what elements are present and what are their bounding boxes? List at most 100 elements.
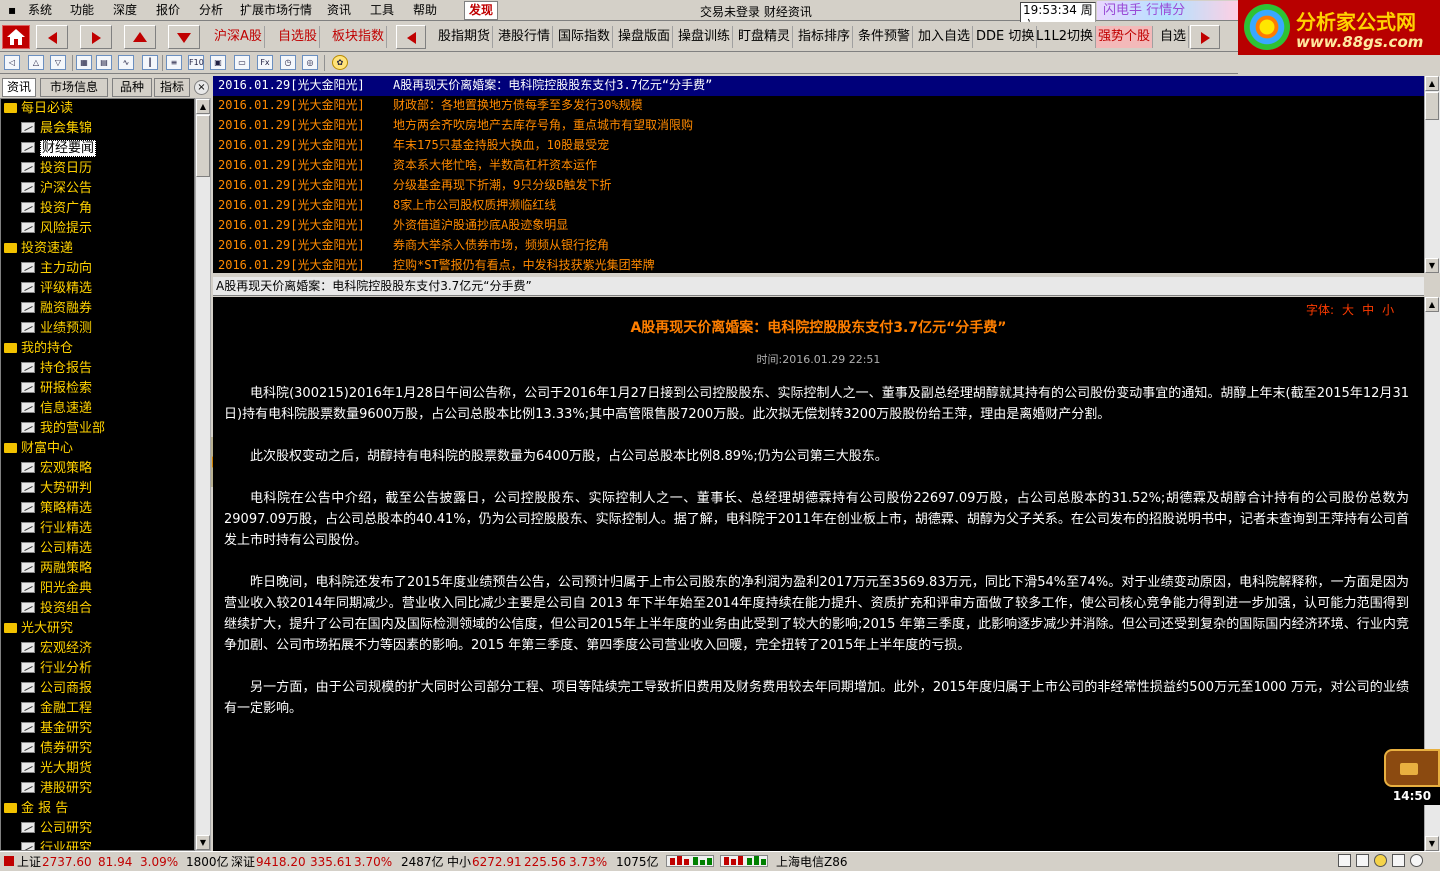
tree-item[interactable]: 公司精选 (1, 539, 194, 559)
toolbar-strong-stocks[interactable]: 强势个股 (1096, 26, 1154, 48)
menu-item-tools[interactable]: 工具 (370, 3, 394, 18)
sidebar-scrollbar[interactable]: ▲ ▼ (195, 98, 211, 851)
news-icon[interactable]: ≡ (166, 55, 182, 70)
tree-item[interactable]: 主力动向 (1, 259, 194, 279)
tree-item[interactable]: 公司商报 (1, 679, 194, 699)
scroll-thumb[interactable] (1425, 92, 1439, 120)
menu-item-discover[interactable]: 发现 (464, 1, 499, 20)
server-name[interactable]: 上海电信Z86 (776, 853, 848, 871)
tab-market-info[interactable]: 市场信息 (40, 78, 108, 97)
toolbar-watch-sprite[interactable]: 盯盘精灵 (736, 26, 794, 48)
scroll-up-icon[interactable]: ▲ (1425, 297, 1439, 312)
news-row[interactable]: 2016.01.29[光大金阳光] 外资借道沪股通抄底A股迹象明显 (213, 216, 1424, 236)
forward-button[interactable] (80, 25, 112, 49)
news-row[interactable]: 2016.01.29[光大金阳光] 控购*ST警报仍有看点，中发科技获紫光集团举牌 (213, 256, 1424, 273)
tree-item[interactable]: 沪深公告 (1, 179, 194, 199)
menu-item-function[interactable]: 功能 (70, 3, 94, 18)
toolbar-intl-index[interactable]: 国际指数 (556, 26, 614, 48)
tree-item[interactable]: 金融工程 (1, 699, 194, 719)
kline-icon[interactable]: ┃ (142, 55, 158, 70)
tree-item[interactable]: 光大期货 (1, 759, 194, 779)
menu-item-help[interactable]: 帮助 (413, 3, 437, 18)
home-button[interactable] (2, 25, 30, 49)
tree-item[interactable]: 风险提示 (1, 219, 194, 239)
tree-item[interactable]: 行业分析 (1, 659, 194, 679)
list-icon[interactable] (1356, 854, 1369, 867)
news-row[interactable]: 2016.01.29[光大金阳光] 资本系大佬忙啥，半数高杠杆资本运作 (213, 156, 1424, 176)
menu-system-icon[interactable]: ▪ (8, 3, 16, 18)
market-sector-index[interactable]: 板块指数 (330, 26, 388, 48)
back-button[interactable] (36, 25, 68, 49)
news-row[interactable]: 2016.01.29[光大金阳光] 券商大举杀入债券市场，频频从银行挖角 (213, 236, 1424, 256)
tree-item[interactable]: 宏观经济 (1, 639, 194, 659)
site-logo[interactable]: 分析家公式网 www.88gs.com (1238, 0, 1440, 55)
sz-label[interactable]: 深证 (231, 853, 255, 871)
sh-label[interactable]: 上证 (17, 853, 41, 871)
market-watchlist[interactable]: 自选股 (276, 26, 321, 48)
tree-item[interactable]: 投资组合 (1, 599, 194, 619)
tree-item[interactable]: 阳光金典 (1, 579, 194, 599)
tools-icon[interactable] (1392, 854, 1405, 867)
menu-item-analysis[interactable]: 分析 (199, 3, 223, 18)
scroll-thumb[interactable] (196, 115, 210, 177)
tree-group[interactable]: 我的持仓 (1, 339, 194, 359)
treasure-chest-widget[interactable]: 14:50 (1384, 749, 1440, 807)
help-icon[interactable] (1374, 854, 1387, 867)
grid-icon[interactable]: ▤ (96, 55, 112, 70)
scroll-down-icon[interactable]: ▼ (1425, 836, 1439, 851)
tree-item[interactable]: 基金研究 (1, 719, 194, 739)
tree-group[interactable]: 财富中心 (1, 439, 194, 459)
zx-label[interactable]: 中小 (447, 853, 471, 871)
down-icon[interactable]: ▽ (50, 55, 66, 70)
page-up-button[interactable] (124, 25, 156, 49)
tree-item[interactable]: 信息速递 (1, 399, 194, 419)
scroll-up-icon[interactable]: ▲ (196, 99, 210, 114)
tree-item[interactable]: 策略精选 (1, 499, 194, 519)
menu-item-extended-market[interactable]: 扩展市场行情 (240, 3, 312, 18)
menu-item-quote[interactable]: 报价 (156, 3, 180, 18)
tab-indicators[interactable]: 指标 (154, 78, 190, 97)
font-size-small[interactable]: 小 (1382, 303, 1394, 317)
f10-icon[interactable]: F10 (188, 55, 204, 70)
tree-item[interactable]: 投资广角 (1, 199, 194, 219)
news-row[interactable]: 2016.01.29[光大金阳光] 年末175只基金持股大换血，10股最受宠 (213, 136, 1424, 156)
market-sh-sz-a[interactable]: 沪深A股 (212, 26, 265, 48)
scroll-right-button[interactable] (1190, 25, 1220, 49)
tree-item[interactable]: 持仓报告 (1, 359, 194, 379)
news-scrollbar[interactable]: ▲ ▼ (1424, 76, 1440, 273)
fx-formula-icon[interactable]: Fx (257, 55, 273, 70)
table-icon[interactable]: ▦ (76, 55, 92, 70)
tree-group[interactable]: 光大研究 (1, 619, 194, 639)
toolbar-indicator-sort[interactable]: 指标排序 (796, 26, 854, 48)
news-row[interactable]: 2016.01.29[光大金阳光] A股再现天价离婚案：电科院控股股东支付3.7亿… (213, 76, 1424, 96)
tree-item[interactable]: 两融策略 (1, 559, 194, 579)
back-icon[interactable]: ◁ (4, 55, 20, 70)
window-icon[interactable] (1338, 854, 1351, 867)
menu-item-depth[interactable]: 深度 (113, 3, 137, 18)
tree-item[interactable]: 财经要闻 (1, 139, 194, 159)
up-icon[interactable]: △ (28, 55, 44, 70)
close-panel-icon[interactable]: × (194, 80, 209, 95)
toolbar-add-watchlist[interactable]: 加入自选 (916, 26, 974, 48)
tree-item[interactable]: 行业精选 (1, 519, 194, 539)
toolbar-watchlist[interactable]: 自选 (1158, 26, 1190, 48)
scroll-up-icon[interactable]: ▲ (1425, 76, 1439, 91)
menu-item-system[interactable]: 系统 (28, 3, 52, 18)
tree-item[interactable]: 融资融券 (1, 299, 194, 319)
toolbar-trading-practice[interactable]: 操盘训练 (676, 26, 734, 48)
target-icon[interactable]: ◎ (302, 55, 318, 70)
font-size-medium[interactable]: 中 (1362, 303, 1374, 317)
document-icon[interactable]: ▭ (234, 55, 250, 70)
line-chart-icon[interactable]: ∿ (118, 55, 134, 70)
tree-item[interactable]: 债券研究 (1, 739, 194, 759)
font-size-large[interactable]: 大 (1342, 303, 1354, 317)
toolbar-stock-futures[interactable]: 股指期货 (436, 26, 494, 48)
scroll-down-icon[interactable]: ▼ (1425, 258, 1439, 273)
page-down-button[interactable] (168, 25, 200, 49)
tab-news[interactable]: 资讯 (2, 78, 36, 97)
scroll-left-button[interactable] (396, 25, 426, 49)
settings-icon[interactable]: ✿ (332, 55, 348, 70)
globe-icon[interactable] (1410, 854, 1423, 867)
news-row[interactable]: 2016.01.29[光大金阳光] 财政部：各地置换地方债每季至多发行30%规模 (213, 96, 1424, 116)
news-row[interactable]: 2016.01.29[光大金阳光] 分级基金再现下折潮，9只分级B触发下折 (213, 176, 1424, 196)
